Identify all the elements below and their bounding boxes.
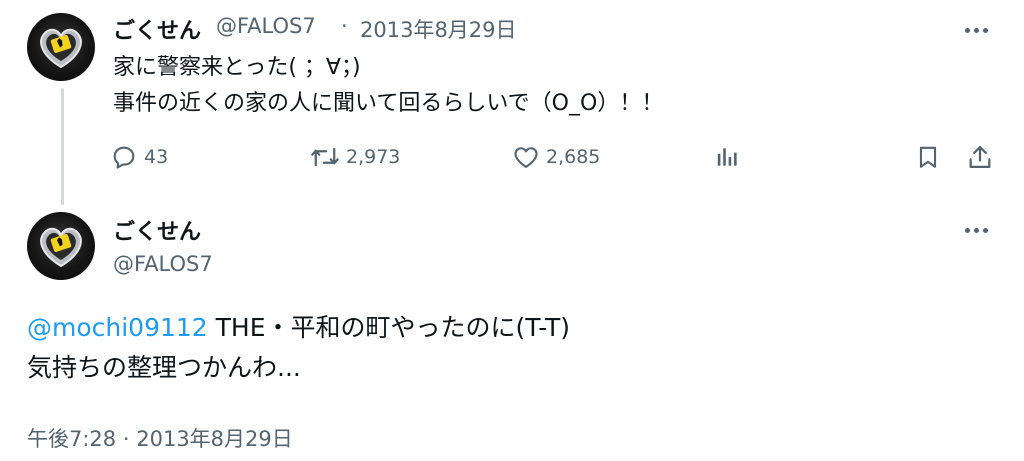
tweet-line: 家に警察来とった( ；∀；) [113, 55, 361, 80]
separator-dot: · [341, 14, 348, 38]
reply-count: 43 [144, 146, 169, 168]
more-icon[interactable] [963, 24, 993, 36]
mention-link[interactable]: @mochi09112 [27, 313, 208, 342]
reply-line-1: @mochi09112 THE・平和の町やったのに(T-T) [27, 308, 570, 348]
like-icon [514, 147, 538, 168]
retweet-count: 2,973 [346, 146, 401, 168]
reply-line-2: 気持ちの整理つかんわ... [27, 353, 301, 382]
tweet-thread: ごくせん @FALOS7 · 2013年8月29日 家に警察来とった( ；∀；)… [0, 0, 1024, 461]
separator-dot: · [122, 427, 130, 451]
avatar-image [40, 227, 82, 268]
avatar[interactable] [27, 212, 95, 280]
avatar-image [40, 28, 82, 69]
reply-icon [113, 146, 135, 169]
tweet-date: 2013年8月29日 [136, 427, 293, 451]
reply-button[interactable]: 43 [110, 143, 168, 171]
like-button[interactable]: 2,685 [512, 143, 600, 171]
thread-connector-line [61, 88, 64, 205]
tweet-time: 午後7:28 [27, 427, 117, 451]
like-count: 2,685 [546, 146, 601, 168]
reply-text: THE・平和の町やったのに(T-T) [207, 313, 571, 342]
user-handle[interactable]: @FALOS7 [113, 252, 213, 276]
bookmark-icon [919, 146, 937, 168]
tweet-line: 事件の近くの家の人に聞いて回るらしいで（O_O）！！ [113, 91, 664, 116]
reply-body: @mochi09112 THE・平和の町やったのに(T-T) 気持ちの整理つかん… [27, 308, 570, 388]
share-button[interactable] [966, 143, 994, 171]
user-handle[interactable]: @FALOS7 [216, 14, 316, 38]
tweet-timestamp[interactable]: 午後7:28 · 2013年8月29日 [27, 423, 293, 453]
retweet-button[interactable]: 2,973 [310, 143, 400, 171]
share-icon [969, 145, 991, 169]
display-name[interactable]: ごくせん [113, 13, 201, 45]
tweet-date[interactable]: 2013年8月29日 [360, 14, 517, 44]
bookmark-button[interactable] [915, 143, 941, 171]
display-name[interactable]: ごくせん [113, 214, 201, 246]
views-button[interactable] [714, 143, 740, 171]
retweet-icon [311, 147, 339, 167]
more-icon[interactable] [963, 224, 993, 236]
avatar[interactable] [27, 13, 95, 81]
views-icon [717, 148, 737, 166]
tweet-body: 家に警察来とった( ；∀；) 事件の近くの家の人に聞いて回るらしいで（O_O）！… [113, 50, 663, 122]
